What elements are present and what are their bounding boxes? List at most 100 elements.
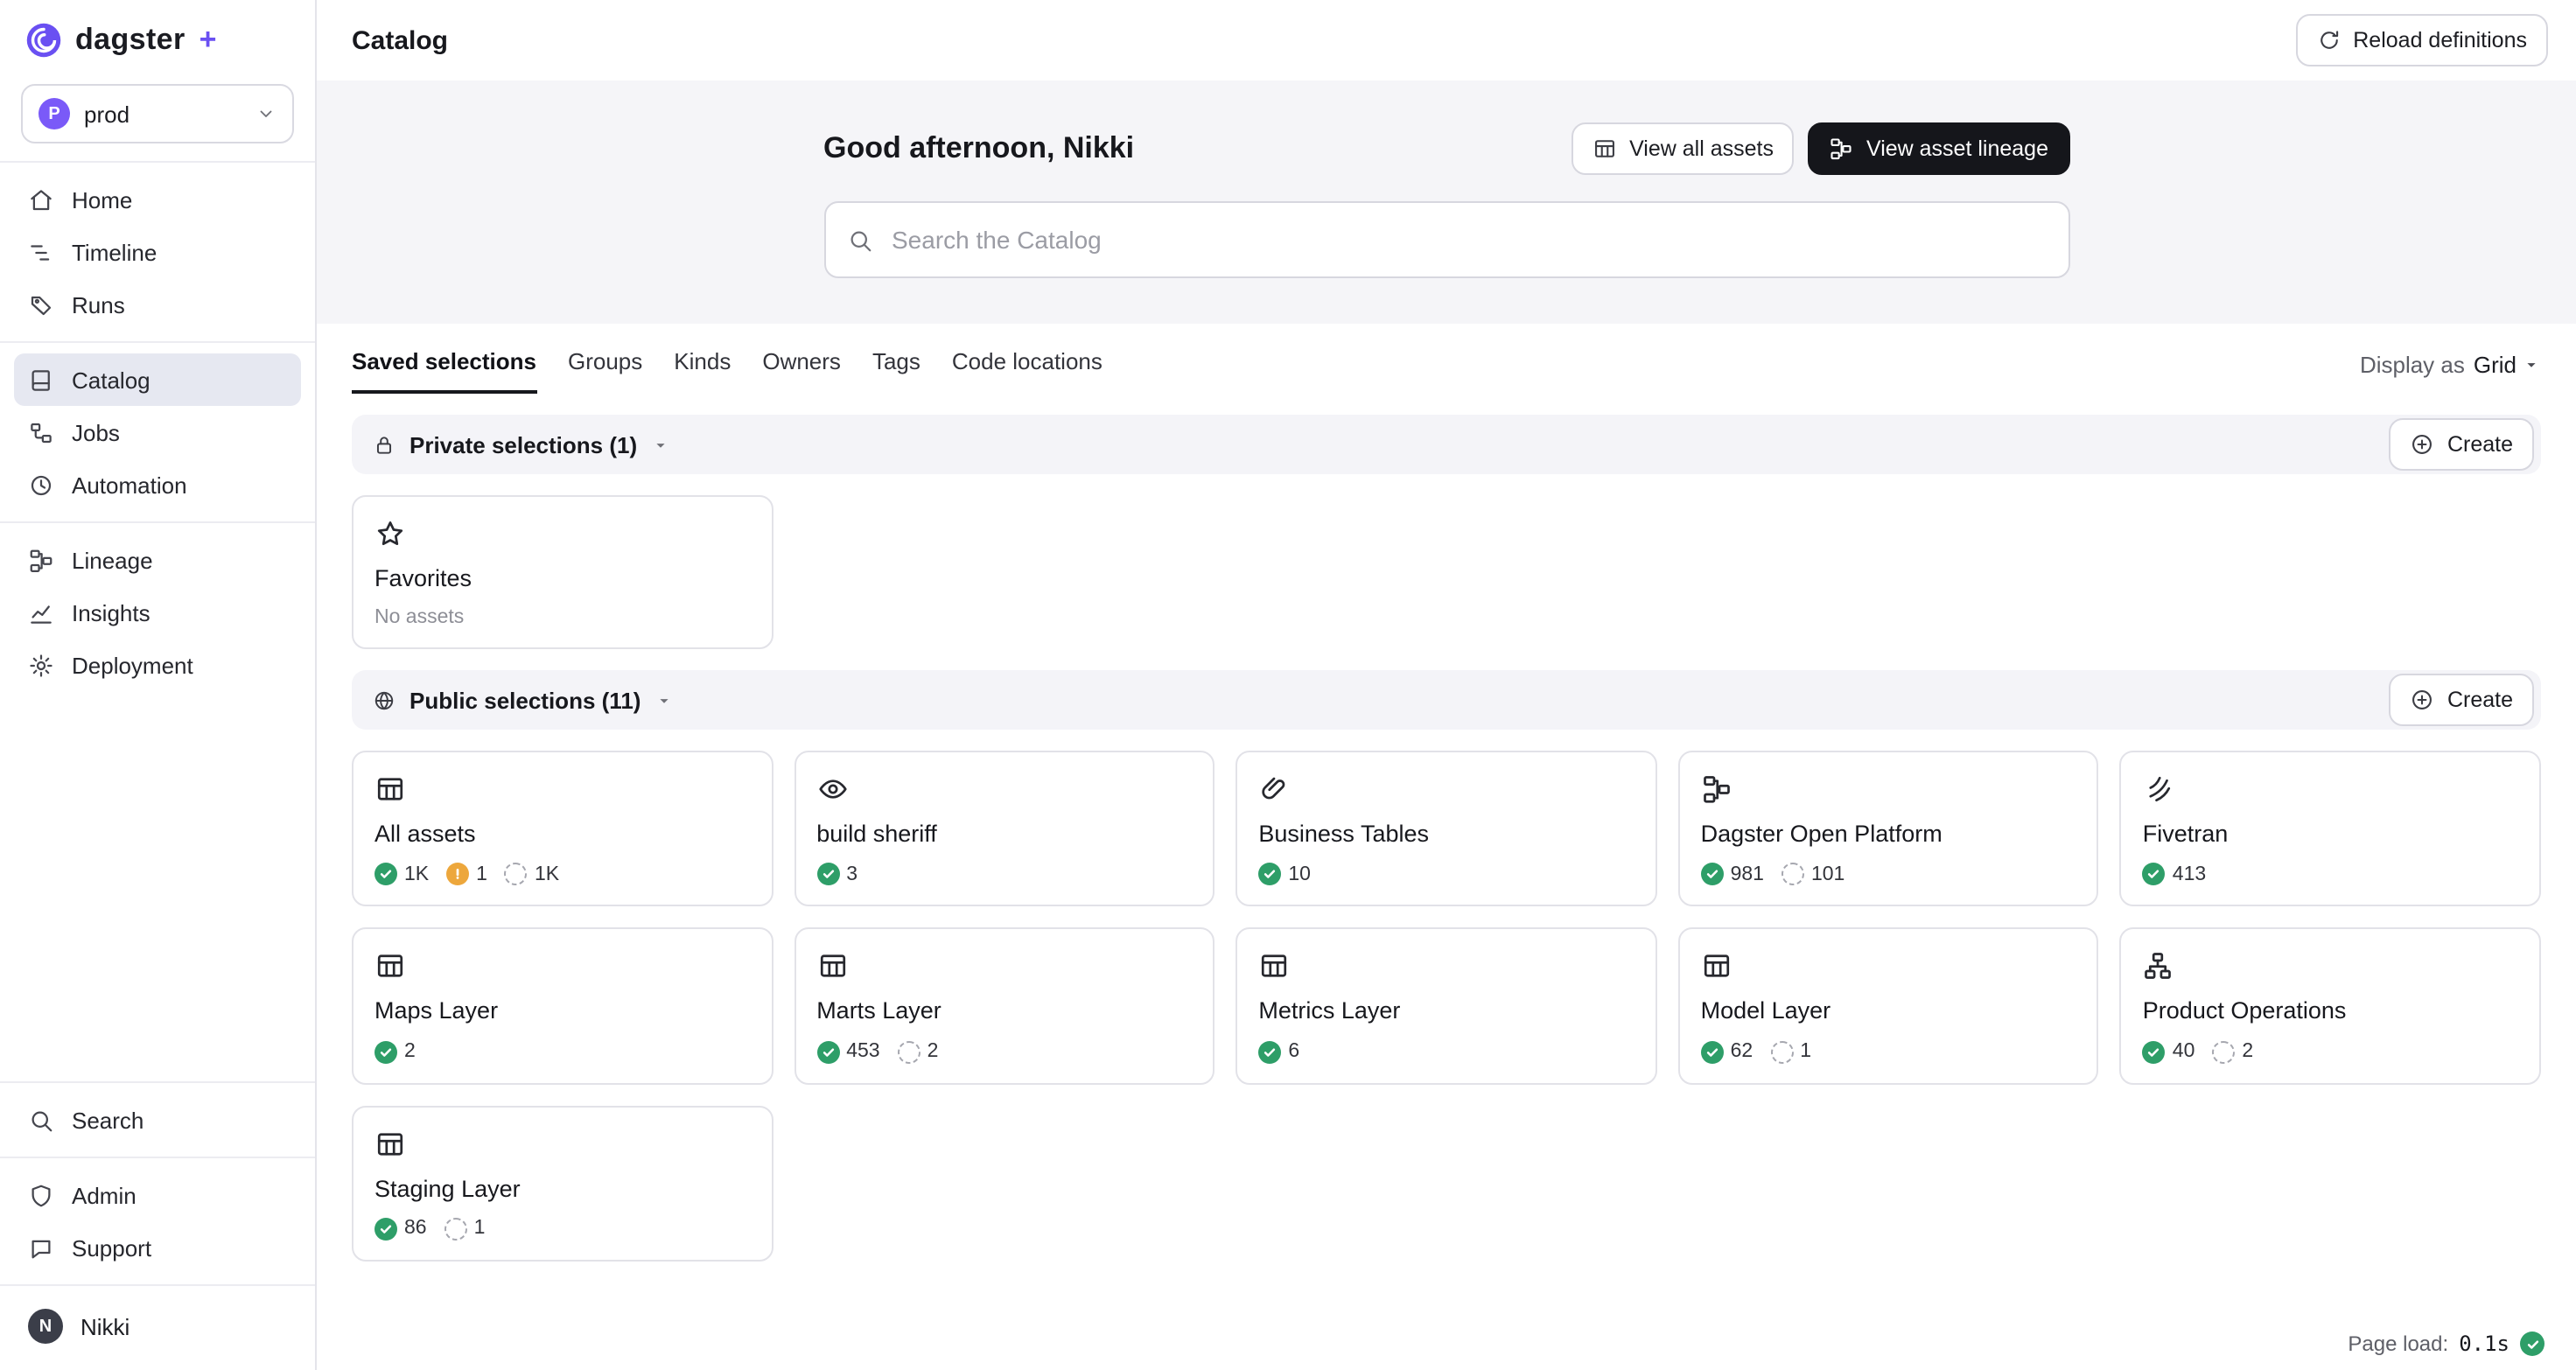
home-icon xyxy=(28,186,54,213)
user-name: Nikki xyxy=(80,1313,130,1339)
selection-card-maps-layer[interactable]: Maps Layer 2 xyxy=(352,928,773,1084)
sidebar-item-label: Timeline xyxy=(72,239,157,265)
sidebar-item-automation[interactable]: Automation xyxy=(14,458,301,511)
card-subtitle: No assets xyxy=(374,607,750,628)
status-badge-missing: 1K xyxy=(505,863,559,886)
view-all-assets-button[interactable]: View all assets xyxy=(1572,122,1795,175)
sidebar-item-catalog[interactable]: Catalog xyxy=(14,353,301,406)
sidebar-item-admin[interactable]: Admin xyxy=(14,1169,301,1221)
display-as-control: Display as Grid xyxy=(2360,352,2541,394)
card-badges: 981101 xyxy=(1701,863,2076,886)
sidebar-item-jobs[interactable]: Jobs xyxy=(14,406,301,458)
missing-status-icon xyxy=(1770,1040,1793,1063)
table-icon xyxy=(1701,951,1732,982)
topbar: Catalog Reload definitions xyxy=(317,0,2576,80)
selection-card-model-layer[interactable]: Model Layer 621 xyxy=(1678,928,2099,1084)
status-badge-success: 3 xyxy=(816,863,858,886)
sidebar-item-home[interactable]: Home xyxy=(14,173,301,226)
selection-card-fivetran[interactable]: Fivetran 413 xyxy=(2120,751,2541,906)
badge-count: 1 xyxy=(1800,1041,1811,1062)
user-menu[interactable]: N Nikki xyxy=(0,1297,315,1356)
success-status-icon xyxy=(1701,863,1724,886)
search-input[interactable] xyxy=(888,224,2047,255)
logo-text: dagster xyxy=(75,23,186,58)
selection-card-business-tables[interactable]: Business Tables 10 xyxy=(1236,751,1656,906)
card-badges: 6 xyxy=(1258,1040,1634,1063)
selection-card-metrics-layer[interactable]: Metrics Layer 6 xyxy=(1236,928,1656,1084)
sidebar-item-deployment[interactable]: Deployment xyxy=(14,639,301,691)
lineage-icon xyxy=(28,547,54,573)
caret-down-icon[interactable] xyxy=(651,435,670,454)
avatar: N xyxy=(28,1309,63,1344)
create-icon xyxy=(2411,432,2435,457)
tab-code-locations[interactable]: Code locations xyxy=(952,348,1102,394)
nav-group: Lineage Insights Deployment xyxy=(0,521,315,702)
status-badge-missing: 2 xyxy=(2212,1040,2253,1063)
tab-kinds[interactable]: Kinds xyxy=(674,348,731,394)
deployment-avatar: P xyxy=(38,98,70,129)
sidebar-item-label: Admin xyxy=(72,1182,136,1208)
search-icon xyxy=(846,227,872,253)
reload-definitions-button[interactable]: Reload definitions xyxy=(2295,14,2548,66)
missing-status-icon xyxy=(898,1040,920,1063)
status-badge-success: 453 xyxy=(816,1040,879,1063)
card-title: Fivetran xyxy=(2143,821,2518,849)
nav-group: Catalog Jobs Automation xyxy=(0,341,315,521)
create-button[interactable]: Create xyxy=(2390,418,2534,471)
insights-icon xyxy=(28,599,54,626)
status-badge-warning: 1 xyxy=(446,863,487,886)
sidebar-item-search[interactable]: Search xyxy=(14,1094,301,1146)
tabs-row: Saved selections Groups Kinds Owners Tags Cod… xyxy=(317,324,2576,394)
caret-down-icon[interactable] xyxy=(654,690,674,709)
sidebar-item-timeline[interactable]: Timeline xyxy=(14,226,301,278)
status-badge-success: 40 xyxy=(2143,1040,2195,1063)
tab-owners[interactable]: Owners xyxy=(762,348,841,394)
selection-card-marts-layer[interactable]: Marts Layer 4532 xyxy=(794,928,1214,1084)
success-status-icon xyxy=(2143,863,2166,886)
card-badges: 3 xyxy=(816,863,1192,886)
status-badge-success: 413 xyxy=(2143,863,2206,886)
nav-group: Admin Support xyxy=(0,1157,315,1284)
selection-card-all-assets[interactable]: All assets 1K11K xyxy=(352,751,773,906)
success-status-icon xyxy=(1258,863,1281,886)
dagster-logo[interactable]: dagster + xyxy=(0,0,315,80)
catalog-icon xyxy=(28,367,54,393)
sidebar-spacer xyxy=(0,702,315,1081)
sidebar-item-label: Catalog xyxy=(72,367,150,393)
create-button[interactable]: Create xyxy=(2390,674,2534,726)
status-badge-success: 62 xyxy=(1701,1040,1754,1063)
deployment-selector[interactable]: P prod xyxy=(21,84,294,143)
sidebar-item-lineage[interactable]: Lineage xyxy=(14,534,301,586)
badge-count: 2 xyxy=(2242,1041,2253,1062)
status-badge-missing: 1 xyxy=(1770,1040,1811,1063)
sidebar-item-label: Lineage xyxy=(72,547,153,573)
tab-saved-selections[interactable]: Saved selections xyxy=(352,348,536,394)
sidebar-item-support[interactable]: Support xyxy=(14,1221,301,1274)
selection-card-favorites[interactable]: Favorites No assets xyxy=(352,495,773,649)
sidebar-item-label: Home xyxy=(72,186,132,213)
cards-grid: All assets 1K11K build sheriff 3 Busines… xyxy=(317,730,2576,1261)
selection-card-product-operations[interactable]: Product Operations 402 xyxy=(2120,928,2541,1084)
page-load-label: Page load: xyxy=(2348,1332,2448,1356)
selection-card-build-sheriff[interactable]: build sheriff 3 xyxy=(794,751,1214,906)
badge-count: 1K xyxy=(535,864,559,885)
card-badges: 2 xyxy=(374,1040,750,1063)
card-title: Dagster Open Platform xyxy=(1701,821,2076,849)
card-title: Staging Layer xyxy=(374,1175,750,1203)
card-badges: 10 xyxy=(1258,863,1634,886)
sidebar-item-label: Support xyxy=(72,1234,151,1261)
card-badges: 1K11K xyxy=(374,863,750,886)
view-asset-lineage-button[interactable]: View asset lineage xyxy=(1809,122,2069,175)
display-as-select[interactable]: Grid xyxy=(2474,352,2541,378)
sidebar-item-runs[interactable]: Runs xyxy=(14,278,301,331)
tab-tags[interactable]: Tags xyxy=(872,348,920,394)
selection-card-staging-layer[interactable]: Staging Layer 861 xyxy=(352,1105,773,1261)
sidebar-item-insights[interactable]: Insights xyxy=(14,586,301,639)
section-title: Public selections (11) xyxy=(410,687,640,713)
status-badge-missing: 2 xyxy=(898,1040,939,1063)
sidebar-item-label: Automation xyxy=(72,472,187,498)
status-badge-missing: 1 xyxy=(444,1218,486,1241)
selection-card-dagster-open-platform[interactable]: Dagster Open Platform 981101 xyxy=(1678,751,2099,906)
missing-status-icon xyxy=(505,863,528,886)
tab-groups[interactable]: Groups xyxy=(568,348,642,394)
